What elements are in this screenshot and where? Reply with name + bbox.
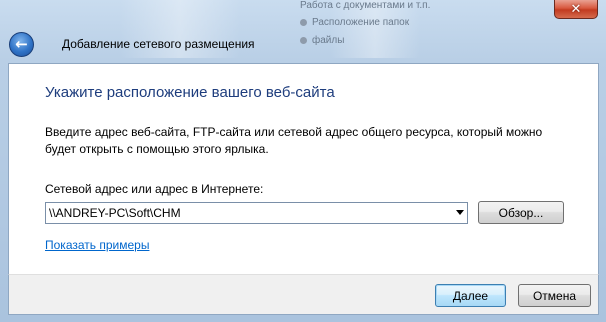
- dialog-window: Работа с документами и т.п. Расположение…: [0, 0, 606, 322]
- close-icon: ✕: [570, 1, 582, 17]
- dialog-footer: Далее Отмена: [8, 274, 599, 315]
- address-field-label: Сетевой адрес или адрес в Интернете:: [45, 182, 264, 196]
- window-title: Добавление сетевого размещения: [62, 37, 255, 51]
- show-examples-link[interactable]: Показать примеры: [45, 238, 149, 252]
- address-combobox[interactable]: [45, 202, 468, 224]
- browse-button[interactable]: Обзор...: [478, 201, 564, 224]
- background-text: Расположение папок: [312, 17, 410, 28]
- background-radio-dot: [300, 19, 307, 26]
- page-heading: Укажите расположение вашего веб-сайта: [45, 84, 335, 101]
- page-description: Введите адрес веб-сайта, FTP-сайта или с…: [45, 125, 543, 156]
- background-radio-dot: [300, 37, 307, 44]
- background-text: Работа с документами и т.п.: [300, 0, 431, 11]
- background-text: файлы: [312, 35, 345, 46]
- content-panel: Укажите расположение вашего веб-сайта Вв…: [8, 63, 599, 274]
- close-button[interactable]: ✕: [554, 0, 598, 19]
- next-button[interactable]: Далее: [435, 284, 506, 307]
- back-button[interactable]: ←: [9, 32, 34, 57]
- back-arrow-icon: ←: [15, 35, 28, 53]
- address-input[interactable]: [46, 203, 444, 223]
- dropdown-arrow-icon[interactable]: [456, 210, 464, 215]
- cancel-button[interactable]: Отмена: [518, 284, 591, 307]
